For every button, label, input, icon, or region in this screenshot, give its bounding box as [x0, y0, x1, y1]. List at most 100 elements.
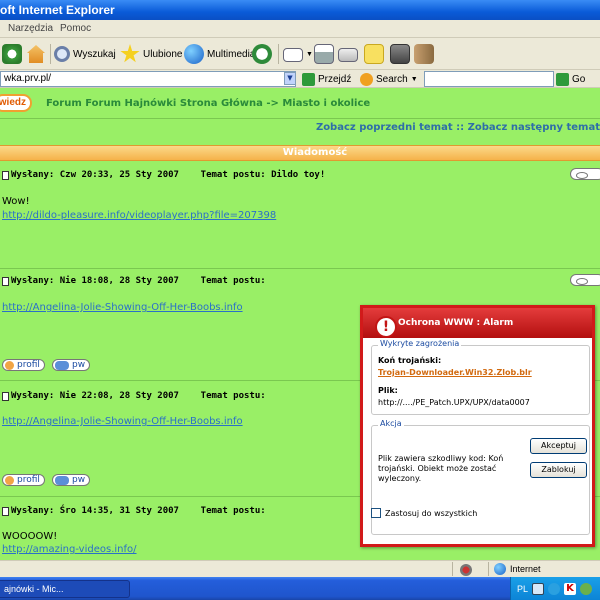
detected-threats-legend: Wykryte zagrożenia: [378, 339, 462, 348]
post-header-text: Wysłany: Nie 22:08, 28 Sty 2007 Temat po…: [11, 391, 266, 401]
alarm-title-bar: Ochrona WWW : Alarm: [363, 308, 592, 338]
post-header-text: Wysłany: Śro 14:35, 31 Sty 2007 Temat po…: [11, 506, 266, 516]
quote-button[interactable]: [570, 168, 600, 180]
web-search-button[interactable]: Search ▼: [360, 71, 418, 87]
post-header: Wysłany: Czw 20:33, 25 Sty 2007 Temat po…: [2, 170, 325, 180]
menu-help[interactable]: Pomoc: [60, 23, 91, 34]
post-link[interactable]: http://Angelina-Jolie-Showing-Off-Her-Bo…: [2, 302, 243, 313]
status-divider: [488, 562, 489, 576]
pm-button[interactable]: pw: [52, 359, 91, 371]
mail-button[interactable]: ▼: [283, 43, 313, 65]
security-status-icon: [460, 564, 472, 576]
favorites-label: Ulubione: [143, 48, 183, 60]
print-button[interactable]: [314, 43, 334, 65]
alarm-title: Ochrona WWW : Alarm: [398, 318, 514, 328]
messenger-tray-icon[interactable]: [580, 582, 593, 595]
zone-label: Internet: [510, 564, 541, 574]
address-url: wka.prv.pl/: [4, 73, 52, 84]
post-header: Wysłany: Śro 14:35, 31 Sty 2007 Temat po…: [2, 506, 266, 516]
profile-button[interactable]: profil: [2, 474, 45, 486]
network-icon[interactable]: [532, 582, 545, 595]
history-icon: [252, 44, 272, 64]
mail-dropdown-icon: ▼: [306, 50, 313, 58]
security-zone[interactable]: Internet: [494, 563, 541, 575]
globe-icon: [184, 44, 204, 64]
forum-breadcrumb[interactable]: Forum Forum Hajnówki Strona Główna -> Mi…: [46, 98, 370, 109]
pm-button[interactable]: pw: [52, 474, 91, 486]
favorites-button[interactable]: Ulubione: [120, 43, 182, 65]
action-group: Akcja Plik zawiera szkodliwy kod: Koń tr…: [371, 419, 590, 535]
apply-to-all-checkbox[interactable]: Zastosuj do wszystkich: [371, 508, 477, 518]
post-header-text: Wysłany: Czw 20:33, 25 Sty 2007 Temat po…: [11, 170, 326, 180]
alert-icon: !: [375, 316, 397, 338]
post-header: Wysłany: Nie 18:08, 28 Sty 2007 Temat po…: [2, 276, 266, 286]
file-path: http://..../PE_Patch.UPX/UPX/data0007: [378, 398, 530, 407]
post-icon: [2, 506, 9, 516]
printer-icon: [314, 44, 334, 64]
profile-icon: [5, 360, 14, 370]
multimedia-label: Multimedia: [207, 48, 256, 60]
search-dropdown-icon: ▼: [410, 75, 418, 83]
refresh-icon: [2, 44, 22, 64]
login-button[interactable]: wiedz: [0, 94, 32, 112]
apply-to-all-label: Zastosuj do wszystkich: [385, 508, 478, 518]
kaspersky-icon: [390, 44, 410, 64]
menu-tools[interactable]: Narzędzia: [8, 23, 53, 34]
home-button[interactable]: [26, 43, 46, 65]
edit-icon: [338, 48, 358, 62]
quote-button[interactable]: [570, 274, 600, 286]
discuss-button[interactable]: [364, 43, 384, 65]
post-header-text: Wysłany: Nie 18:08, 28 Sty 2007 Temat po…: [11, 276, 266, 286]
kaspersky-button[interactable]: [390, 43, 410, 65]
pm-icon: [55, 475, 69, 485]
profile-icon: [5, 475, 14, 485]
edit-button[interactable]: [338, 43, 358, 65]
home-icon: [27, 45, 45, 63]
divider: [0, 118, 600, 119]
web-protection-alarm-dialog[interactable]: Ochrona WWW : Alarm ! Wykryte zagrożenia…: [360, 305, 595, 547]
post-link[interactable]: http://Angelina-Jolie-Showing-Off-Her-Bo…: [2, 416, 243, 427]
accept-button[interactable]: Akceptuj: [530, 438, 587, 454]
system-tray: PL K: [510, 577, 600, 600]
search-go-button[interactable]: Go: [556, 71, 585, 87]
note-icon: [364, 44, 384, 64]
file-label: Plik:: [378, 386, 398, 395]
multimedia-button[interactable]: Multimedia: [184, 43, 255, 65]
block-button[interactable]: Zablokuj: [530, 462, 587, 478]
star-icon: [120, 44, 140, 63]
status-divider: [452, 562, 453, 576]
taskbar-item-label: ajnówki - Mic...: [4, 584, 64, 594]
profile-button[interactable]: profil: [2, 359, 45, 371]
address-input[interactable]: wka.prv.pl/: [0, 71, 296, 87]
threat-name-link[interactable]: Trojan-Downloader.Win32.Zlob.blr: [378, 368, 532, 377]
search-toolbar-button[interactable]: Wyszukaj: [54, 43, 116, 65]
refresh-button[interactable]: [2, 43, 22, 65]
post-link[interactable]: http://amazing-videos.info/: [2, 544, 137, 555]
shield-icon[interactable]: [548, 582, 561, 595]
alarm-message-line: Plik zawiera szkodliwy kod: Koń: [378, 454, 504, 463]
post-icon: [2, 391, 9, 401]
address-dropdown-icon[interactable]: ▼: [284, 72, 296, 85]
forum-nav-row: wiedz Forum Forum Hajnówki Strona Główna…: [0, 90, 600, 116]
go-button[interactable]: Przejdź: [302, 71, 351, 87]
history-button[interactable]: [252, 43, 272, 65]
checkbox-box[interactable]: [371, 508, 381, 518]
topic-navigation[interactable]: Zobacz poprzedni temat :: Zobacz następn…: [316, 122, 600, 133]
posts-header: Wiadomość: [0, 145, 600, 161]
action-legend: Akcja: [378, 419, 404, 428]
menu-bar: Narzędzia Pomoc: [0, 20, 600, 38]
post-link[interactable]: http://dildo-pleasure.info/videoplayer.p…: [2, 210, 276, 221]
magnifier-icon: [54, 46, 70, 62]
post-body: Wow!: [2, 196, 30, 207]
go-label: Przejdź: [318, 73, 352, 85]
taskbar: ajnówki - Mic... PL K: [0, 577, 600, 600]
taskbar-item-ie[interactable]: ajnówki - Mic...: [0, 580, 130, 598]
web-search-input[interactable]: [424, 71, 554, 87]
profile-label: profil: [17, 475, 40, 485]
antivirus-icon[interactable]: K: [564, 582, 577, 595]
toolbar: Wyszukaj Ulubione Multimedia ▼: [0, 38, 600, 70]
messenger-button[interactable]: [414, 43, 434, 65]
language-indicator[interactable]: PL: [517, 584, 528, 594]
window-title-bar[interactable]: oft Internet Explorer: [0, 0, 600, 20]
post-icon: [2, 276, 9, 286]
